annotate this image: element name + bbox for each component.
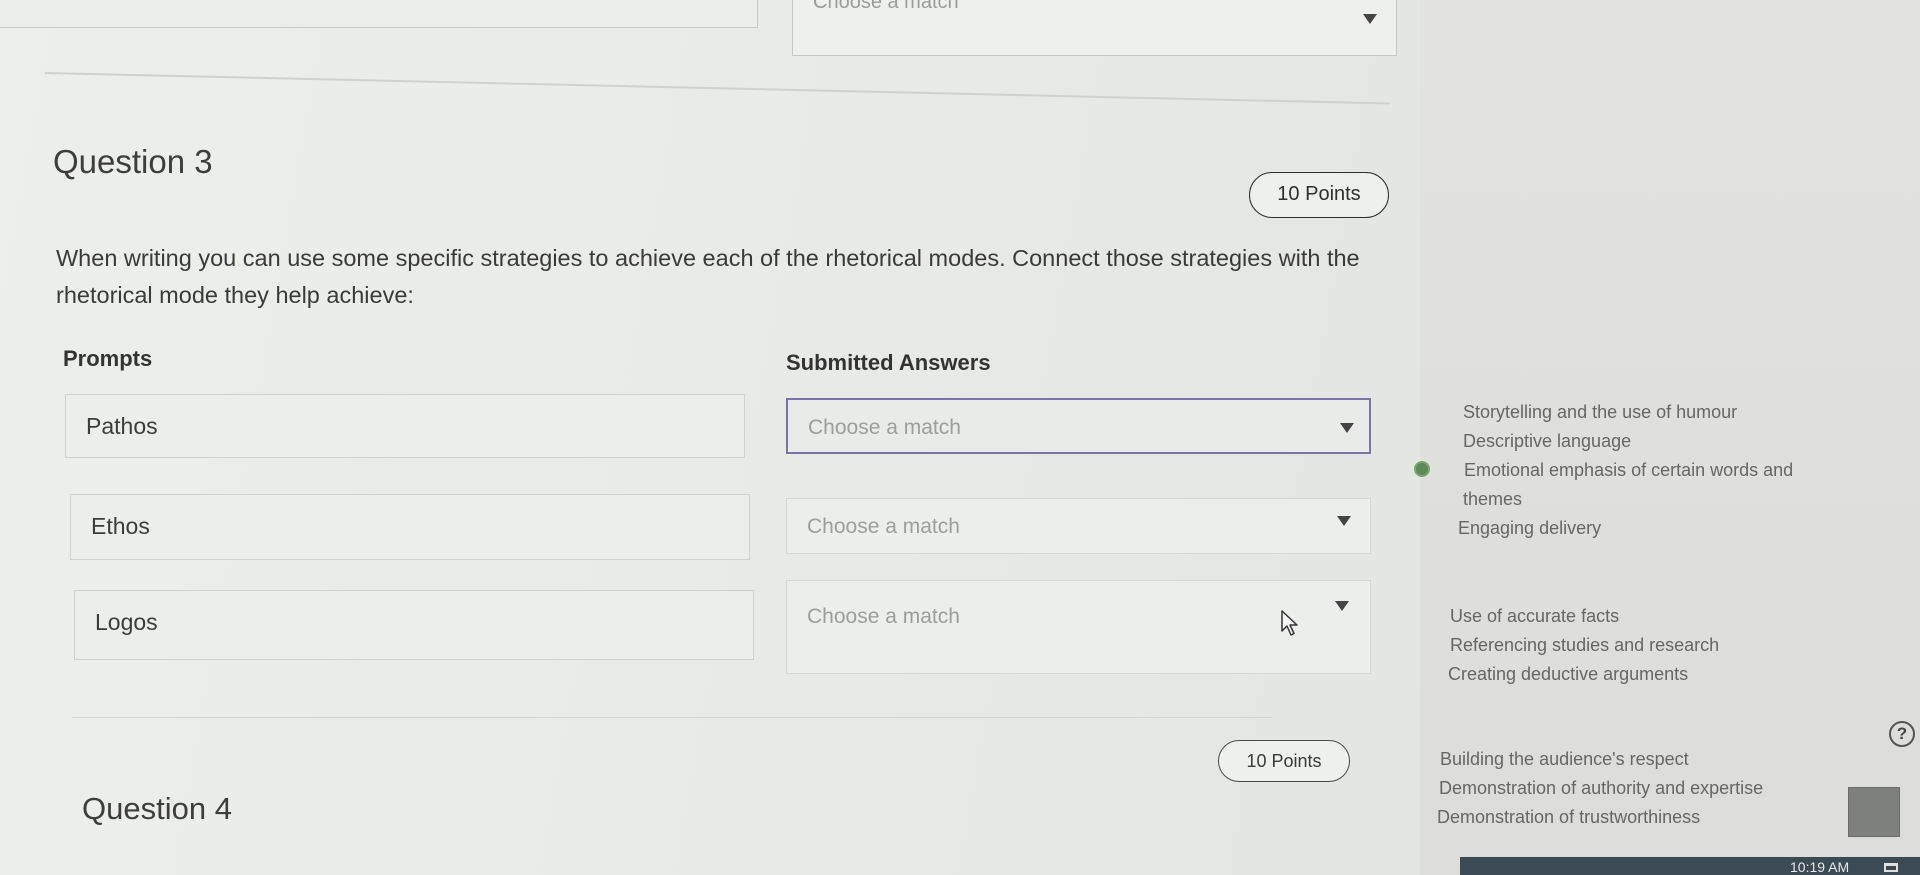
- answer-select-pathos[interactable]: Choose a match: [786, 398, 1371, 454]
- option-item[interactable]: Emotional emphasis of certain words and: [1464, 456, 1793, 485]
- option-item[interactable]: Demonstration of authority and expertise: [1439, 774, 1763, 803]
- help-icon[interactable]: ?: [1889, 721, 1915, 747]
- option-item[interactable]: Creating deductive arguments: [1448, 660, 1719, 689]
- chevron-down-icon: [1335, 601, 1349, 611]
- option-item[interactable]: Referencing studies and research: [1450, 631, 1719, 660]
- chevron-down-icon: [1340, 423, 1354, 433]
- selected-option-indicator: [1414, 461, 1430, 477]
- answer-select-ethos-placeholder: Choose a match: [807, 515, 960, 538]
- previous-answer-placeholder: Choose a match: [813, 0, 959, 13]
- question-3-title: Question 3: [53, 143, 213, 180]
- answer-select-ethos[interactable]: Choose a match: [786, 498, 1371, 554]
- app-tile-icon[interactable]: [1848, 787, 1900, 837]
- prompt-logos: Logos: [74, 590, 754, 660]
- option-item[interactable]: Demonstration of trustworthiness: [1437, 803, 1763, 832]
- option-group-pathos: Storytelling and the use of humour Descr…: [1458, 398, 1793, 543]
- question-card: Choose a match Question 3 10 Points When…: [0, 0, 1420, 875]
- taskbar-clock[interactable]: 10:19 AM: [1790, 859, 1849, 875]
- taskbar: [1460, 857, 1920, 875]
- chevron-down-icon: [1337, 516, 1351, 526]
- option-item[interactable]: themes: [1463, 485, 1793, 514]
- prompt-ethos: Ethos: [70, 494, 750, 560]
- submitted-answers-header: Submitted Answers: [786, 350, 991, 375]
- previous-answer-select[interactable]: Choose a match: [792, 0, 1397, 56]
- prompt-pathos: Pathos: [65, 394, 745, 458]
- prompts-header: Prompts: [63, 346, 153, 371]
- option-item[interactable]: Storytelling and the use of humour: [1463, 398, 1793, 427]
- question-4-points-badge: 10 Points: [1218, 740, 1350, 782]
- prompt-ethos-label: Ethos: [91, 513, 150, 539]
- question-divider: [72, 717, 1272, 718]
- mouse-cursor-icon: [1281, 610, 1298, 636]
- previous-prompt-box: [0, 0, 758, 28]
- option-group-logos: Use of accurate facts Referencing studie…: [1448, 602, 1719, 689]
- prompt-pathos-label: Pathos: [86, 413, 158, 439]
- notification-icon[interactable]: [1884, 863, 1898, 872]
- question-3-prompt: When writing you can use some specific s…: [56, 245, 1360, 308]
- answer-select-pathos-placeholder: Choose a match: [808, 416, 961, 439]
- chevron-down-icon: [1363, 14, 1377, 24]
- answer-select-logos-placeholder: Choose a match: [807, 605, 960, 628]
- question-divider: [44, 72, 1390, 105]
- option-item[interactable]: Engaging delivery: [1458, 514, 1793, 543]
- option-item[interactable]: Building the audience's respect: [1440, 745, 1763, 774]
- option-item[interactable]: Use of accurate facts: [1450, 602, 1719, 631]
- option-group-ethos: Building the audience's respect Demonstr…: [1437, 745, 1763, 832]
- question-4-title: Question 4: [82, 791, 232, 826]
- option-item[interactable]: Descriptive language: [1463, 427, 1793, 456]
- prompt-logos-label: Logos: [95, 609, 158, 635]
- question-3-points-badge: 10 Points: [1249, 172, 1389, 218]
